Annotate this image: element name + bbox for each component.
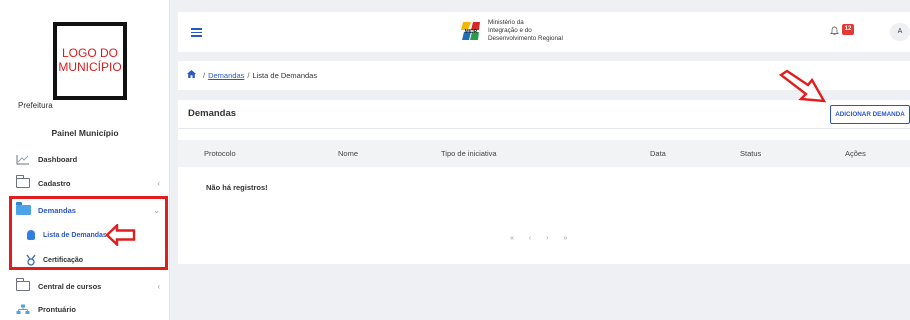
municipality-logo: LOGO DO MUNICÍPIO (53, 22, 127, 100)
sidebar-item-label: Cadastro (38, 178, 71, 188)
ministry-line-3: Desenvolvimento Regional (488, 35, 563, 42)
ministry-name: Ministério da Integração e do Desenvolvi… (488, 19, 563, 43)
notification-badge[interactable]: 12 (842, 24, 854, 35)
sidebar-item-label: Dashboard (38, 154, 78, 164)
pagination: « ‹ › » (510, 235, 580, 242)
ministry-line-2: Integração e do (488, 27, 532, 34)
table-header: Protocolo Nome Tipo de iniciativa Data S… (178, 140, 910, 167)
home-icon[interactable] (187, 70, 196, 80)
top-bar: MIDR Ministério da Integração e do Desen… (178, 12, 910, 52)
next-page-button[interactable]: › (546, 235, 548, 242)
svg-text:MIDR: MIDR (465, 29, 478, 35)
annotation-arrow-right-icon (778, 70, 826, 103)
app-root: LOGO DO MUNICÍPIO Prefeitura Painel Muni… (0, 0, 910, 320)
page-title: Demandas (188, 108, 237, 119)
sidebar-item-central-cursos[interactable]: Central de cursos ‹ (0, 275, 170, 297)
divider (178, 128, 910, 129)
chevron-left-icon: ‹ (157, 281, 160, 291)
sidebar-item-label: Central de cursos (38, 281, 102, 291)
folder-icon (14, 175, 32, 189)
painel-title: Painel Município (51, 128, 119, 138)
bell-icon[interactable] (829, 26, 840, 38)
last-page-button[interactable]: » (563, 235, 567, 242)
folder-icon (14, 278, 32, 292)
highlight-box (9, 196, 168, 270)
sidebar: LOGO DO MUNICÍPIO Prefeitura Painel Muni… (0, 0, 170, 320)
ministry-line-1: Ministério da (488, 19, 524, 26)
midr-logo: MIDR (461, 22, 480, 40)
prefeitura-label: Prefeitura (18, 101, 53, 110)
annotation-arrow-left-icon (106, 224, 136, 246)
empty-state-message: Não há registros! (206, 183, 268, 192)
column-header-acoes: Ações (845, 149, 866, 158)
column-header-status[interactable]: Status (740, 149, 761, 158)
sidebar-item-label: Prontuário (38, 304, 76, 314)
column-header-tipo[interactable]: Tipo de iniciativa (441, 149, 497, 158)
sidebar-item-cadastro[interactable]: Cadastro ‹ (0, 172, 170, 194)
sidebar-item-prontuario[interactable]: Prontuário (0, 298, 170, 320)
sitemap-icon (14, 303, 32, 315)
breadcrumb-separator: / (247, 70, 250, 80)
chevron-left-icon: ‹ (157, 178, 160, 188)
demandas-card: Demandas ADICIONAR DEMANDA Protocolo Nom… (178, 100, 910, 264)
menu-icon[interactable] (191, 28, 202, 39)
breadcrumb-separator: / (203, 70, 206, 80)
breadcrumb-current: Lista de Demandas (252, 70, 318, 80)
add-demanda-button[interactable]: ADICIONAR DEMANDA (830, 105, 910, 124)
first-page-button[interactable]: « (510, 235, 514, 242)
sidebar-item-dashboard[interactable]: Dashboard (0, 148, 170, 170)
chart-line-icon (14, 153, 32, 165)
prev-page-button[interactable]: ‹ (529, 235, 531, 242)
column-header-protocolo[interactable]: Protocolo (204, 149, 236, 158)
breadcrumb-link-demandas[interactable]: Demandas (208, 71, 244, 80)
column-header-nome[interactable]: Nome (338, 149, 358, 158)
logo-text: LOGO DO MUNICÍPIO (58, 46, 122, 74)
avatar[interactable]: A (890, 23, 910, 41)
column-header-data[interactable]: Data (650, 149, 666, 158)
